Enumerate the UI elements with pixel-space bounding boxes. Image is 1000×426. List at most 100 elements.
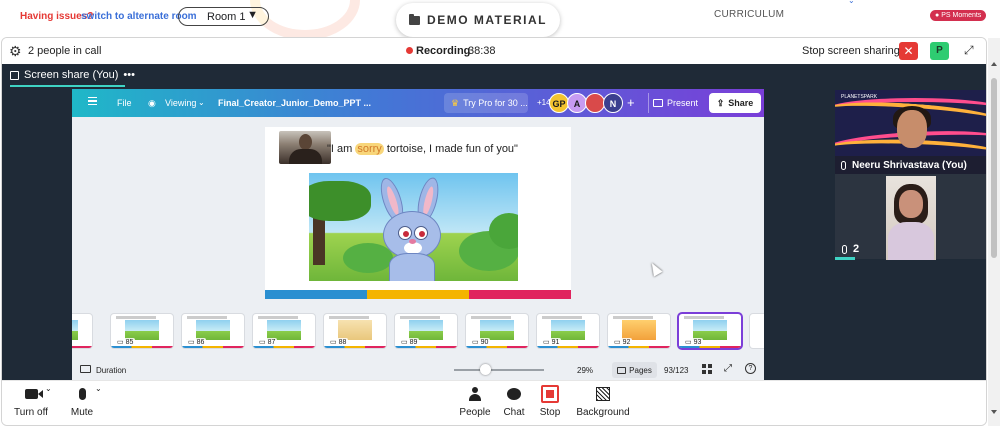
ps-moments-badge[interactable]: ● PS Moments [930, 10, 987, 21]
screen-share-icon [10, 70, 19, 80]
slide-thumbnail[interactable] [750, 314, 764, 348]
present-button[interactable]: Present [648, 93, 704, 113]
turn-off-label: Turn off [14, 407, 48, 418]
avatar[interactable]: P [930, 42, 949, 60]
active-tab-underline [10, 85, 125, 87]
slide-thumbnail[interactable]: ▭ 91 [537, 314, 599, 348]
zoom-slider[interactable] [454, 369, 544, 371]
slide-thumbnail-active[interactable]: ▭ 93 [679, 314, 741, 348]
slide-number: ▭ 90 [470, 338, 491, 346]
present-label: Present [667, 98, 699, 108]
shared-screen-canva: File ◉ Viewing ⌄ Final_Creator_Junior_De… [72, 89, 764, 380]
canva-footer: Duration 29% Pages 93/123 ⤢ ? [72, 360, 764, 380]
slide-thumbnail[interactable]: ▭ 90 [466, 314, 528, 348]
speaker-photo [279, 131, 331, 164]
participant-name-bar: Neeru Shrivastava (You) [835, 156, 986, 174]
try-pro-button[interactable]: ♛ Try Pro for 30 ... [444, 93, 528, 113]
tab-demo-material[interactable]: DEMO MATERIAL [396, 3, 560, 37]
call-header: ⚙ 2 people in call Recording 38:38 Stop … [2, 38, 986, 64]
scroll-up-icon[interactable] [991, 62, 997, 66]
slide-thumbnail-strip[interactable]: ▭ 85 ▭ 86 ▭ 87 ▭ 88 ▭ 89 ▭ 90 ▭ 91 ▭ 92 … [72, 308, 764, 352]
eye-icon: ◉ [148, 98, 156, 108]
slide-number: ▭ 93 [683, 338, 704, 346]
call-window: ⚙ 2 people in call Recording 38:38 Stop … [1, 37, 987, 426]
color-segment [367, 290, 469, 299]
slide-number: ▭ 87 [257, 338, 278, 346]
slide-thumbnail[interactable]: ▭ 88 [324, 314, 386, 348]
scrollbar-thumb[interactable] [991, 78, 997, 258]
folder-icon [409, 13, 421, 25]
speaking-indicator [835, 257, 855, 260]
fullscreen-icon[interactable]: ⤢ [724, 363, 732, 374]
main-stage: Screen share (You) ••• File ◉ Viewing ⌄ … [2, 64, 986, 380]
collaborator-avatar[interactable] [585, 93, 605, 113]
slide-thumbnail[interactable]: ▭ 89 [395, 314, 457, 348]
slide-number: ▭ 88 [328, 338, 349, 346]
tab-demo-material-label: DEMO MATERIAL [427, 13, 547, 27]
duration-button[interactable]: Duration [96, 366, 126, 375]
slide-quote: "I am sorry tortoise, I made fun of you" [327, 143, 518, 155]
participant-count: 2 [853, 243, 860, 255]
collaborator-avatar[interactable]: A [567, 93, 587, 113]
recording-time: 38:38 [468, 45, 496, 57]
viewing-mode[interactable]: Viewing [165, 98, 196, 108]
page-scrollbar[interactable] [988, 38, 1000, 426]
collaborator-avatar[interactable]: N [603, 93, 623, 113]
slide-thumbnail[interactable]: ▭ 87 [253, 314, 315, 348]
screen-share-label: Screen share (You) [24, 69, 119, 81]
chevron-down-icon: ⌄ [198, 98, 205, 107]
tree-trunk [309, 181, 371, 265]
mouse-cursor [647, 260, 663, 277]
stop-sharing-button[interactable]: ✕ [899, 42, 918, 60]
mic-options-chevron-icon[interactable]: ⌄ [95, 384, 102, 393]
file-menu[interactable]: File [117, 98, 132, 108]
screen-share-tab[interactable]: Screen share (You) ••• [10, 69, 135, 81]
more-options-icon[interactable]: ••• [123, 69, 135, 81]
add-collaborator-icon[interactable]: + [627, 95, 635, 110]
expand-icon[interactable]: ⤢ [964, 43, 974, 58]
color-segment [469, 290, 571, 299]
participant-count-badge: 2 [835, 239, 875, 259]
record-dot-icon: ● [935, 12, 940, 19]
tab-curriculum[interactable]: CURRICULUM [714, 9, 784, 20]
stop-icon [541, 385, 559, 403]
share-label: Share [728, 98, 754, 108]
participant-video [886, 176, 936, 260]
slide-thumbnail[interactable] [72, 314, 92, 348]
help-icon[interactable]: ? [745, 363, 756, 374]
zoom-slider-handle[interactable] [480, 364, 491, 375]
document-title[interactable]: Final_Creator_Junior_Demo_PPT ... [218, 98, 371, 108]
pages-button[interactable]: Pages [612, 362, 657, 378]
collaborator-avatar[interactable]: GP [549, 93, 569, 113]
menu-icon[interactable] [88, 97, 97, 105]
slide-number: ▭ 89 [399, 338, 420, 346]
background-label: Background [576, 407, 630, 418]
video-camera-icon [24, 389, 43, 399]
background-button[interactable]: Background [568, 385, 638, 418]
zoom-level[interactable]: 29% [577, 366, 593, 375]
slide-number: ▭ 92 [612, 338, 633, 346]
slide-number: ▭ 86 [186, 338, 207, 346]
canva-toolbar: File ◉ Viewing ⌄ Final_Creator_Junior_De… [72, 89, 764, 117]
participant-face [897, 110, 927, 148]
grid-view-icon[interactable] [702, 364, 712, 374]
share-button[interactable]: ⇪ Share [709, 93, 761, 113]
mic-icon [842, 244, 847, 254]
mute-button[interactable]: Mute [47, 385, 117, 418]
slide-thumbnail[interactable]: ▭ 85 [111, 314, 173, 348]
stop-screen-sharing-label: Stop screen sharing [802, 45, 900, 57]
gear-icon[interactable]: ⚙ [9, 43, 22, 60]
duration-icon [80, 365, 91, 373]
quote-highlight: sorry [355, 143, 384, 155]
quote-part: "I am [327, 143, 356, 155]
mic-icon [841, 160, 846, 170]
participant-tile-self[interactable]: PLANETSPARK Neeru Shrivastava (You) [835, 90, 986, 174]
room-select[interactable]: Room 1 ▼ [178, 7, 269, 26]
slide-thumbnail[interactable]: ▭ 86 [182, 314, 244, 348]
scroll-down-icon[interactable] [991, 410, 997, 414]
caret-icon: ⌄ [848, 0, 855, 5]
recording-dot-icon [406, 47, 413, 54]
slide-thumbnail[interactable]: ▭ 92 [608, 314, 670, 348]
quote-part: tortoise, I made fun of you" [383, 143, 518, 155]
microphone-icon [78, 388, 86, 400]
